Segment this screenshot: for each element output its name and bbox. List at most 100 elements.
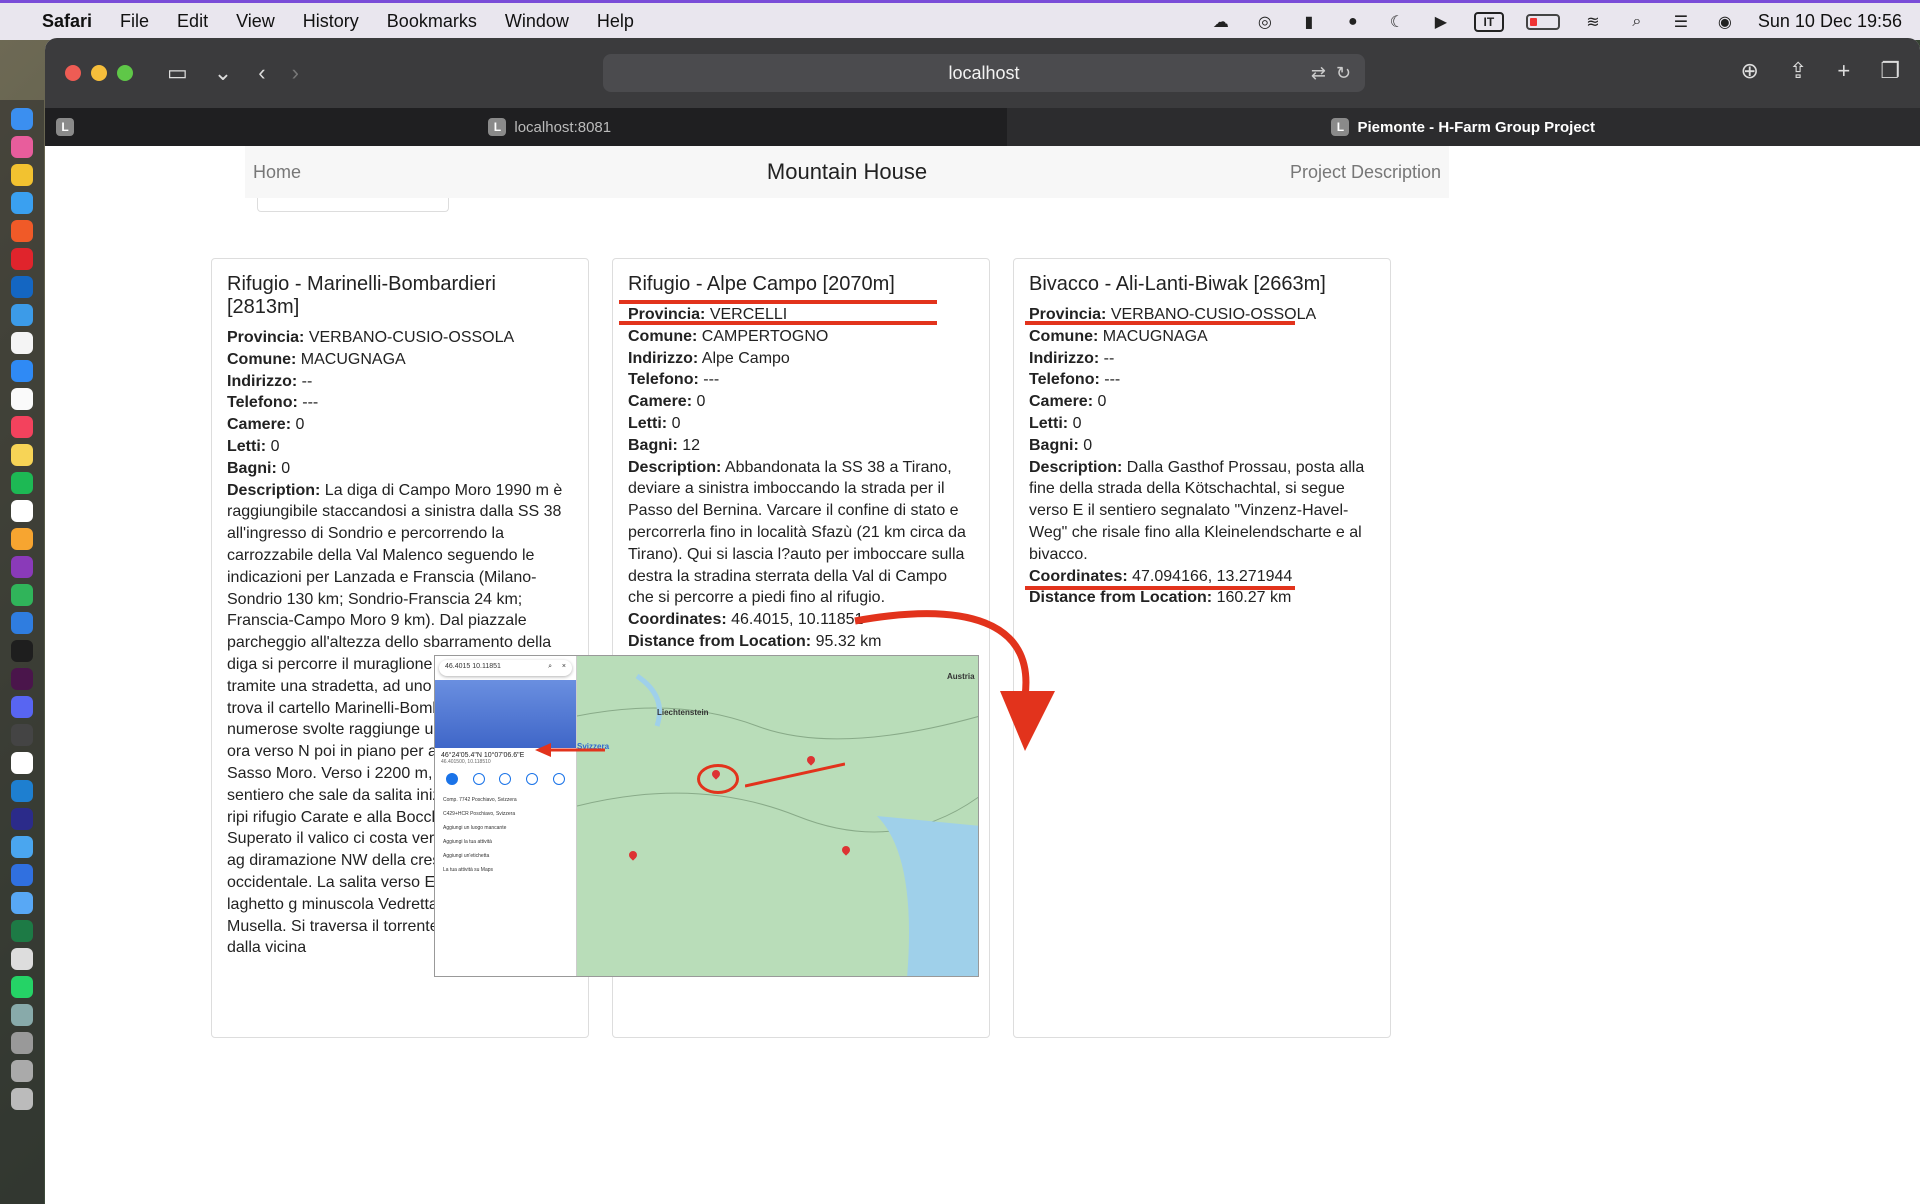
grammarly-icon[interactable]: ● <box>1342 11 1364 33</box>
menu-view[interactable]: View <box>236 11 275 32</box>
card-title: Rifugio - Alpe Campo [2070m] <box>628 273 895 295</box>
wifi-icon[interactable]: ≋ <box>1582 11 1604 33</box>
control-center-icon[interactable]: ☰ <box>1670 11 1692 33</box>
menu-file[interactable]: File <box>120 11 149 32</box>
menu-edit[interactable]: Edit <box>177 11 208 32</box>
chevron-down-icon[interactable]: ⌄ <box>214 60 232 86</box>
bookmark-icon[interactable]: ▮ <box>1298 11 1320 33</box>
map-list-item[interactable]: Aggiungi un luogo mancante <box>443 821 568 835</box>
map-list-item[interactable]: Aggiungi un'etichetta <box>443 849 568 863</box>
downloads-icon[interactable]: ⊕ <box>1741 58 1759 84</box>
instagram-icon[interactable] <box>11 864 33 886</box>
spotify-icon[interactable] <box>11 472 33 494</box>
back-button[interactable]: ‹ <box>258 60 265 86</box>
search-icon[interactable]: ⌕ <box>1626 11 1648 33</box>
creative-cloud-icon[interactable]: ◎ <box>1254 11 1276 33</box>
script-icon[interactable] <box>11 948 33 970</box>
slack-icon[interactable] <box>11 668 33 690</box>
tab-piemonte[interactable]: L Piemonte - H-Farm Group Project <box>1006 108 1920 146</box>
street-view-thumbnail[interactable] <box>435 680 576 748</box>
vscode-icon[interactable] <box>11 780 33 802</box>
close-window-button[interactable] <box>65 65 81 81</box>
search-icon[interactable]: ⌕ <box>548 663 552 671</box>
directions-icon[interactable] <box>446 773 459 785</box>
notes-icon[interactable] <box>11 444 33 466</box>
save-icon[interactable] <box>472 773 485 785</box>
music-icon[interactable] <box>11 416 33 438</box>
field-value: -- <box>301 372 313 390</box>
weather-icon[interactable]: ☁ <box>1210 11 1232 33</box>
address-bar[interactable]: localhost ⇄ ↻ <box>603 54 1365 92</box>
nav-home-link[interactable]: Home <box>253 162 301 183</box>
downloads-icon[interactable] <box>11 1060 33 1082</box>
pages-icon[interactable] <box>11 528 33 550</box>
address-text[interactable]: localhost <box>948 63 1019 84</box>
calendar-icon[interactable] <box>11 332 33 354</box>
play-icon[interactable]: ▶ <box>1430 11 1452 33</box>
onenote-icon[interactable] <box>11 556 33 578</box>
map-list-item[interactable]: Comp. 7742 Poschiavo, Svizzera <box>443 793 568 807</box>
map-list-item[interactable]: La tua attività su Maps <box>443 863 568 877</box>
maps-icon[interactable] <box>11 304 33 326</box>
reminders-icon[interactable] <box>11 388 33 410</box>
clock[interactable]: Sun 10 Dec 19:56 <box>1758 11 1902 32</box>
whatsapp-icon[interactable] <box>11 976 33 998</box>
forward-button[interactable]: › <box>292 60 299 86</box>
map-list-item[interactable]: C429+HCR Poschiavo, Svizzera <box>443 807 568 821</box>
send-to-phone-icon[interactable] <box>526 773 539 785</box>
zoom-window-button[interactable] <box>117 65 133 81</box>
site-brand[interactable]: Mountain House <box>767 159 927 185</box>
trash-icon[interactable] <box>11 1088 33 1110</box>
chatgpt-icon[interactable] <box>11 724 33 746</box>
menu-bookmarks[interactable]: Bookmarks <box>387 11 477 32</box>
siri-icon[interactable]: ◉ <box>1714 11 1736 33</box>
menu-window[interactable]: Window <box>505 11 569 32</box>
new-tab-icon[interactable]: + <box>1837 58 1850 84</box>
menu-safari[interactable]: Safari <box>42 11 92 32</box>
keyboard-layout-icon[interactable]: IT <box>1473 11 1504 32</box>
reload-icon[interactable]: ↻ <box>1336 63 1351 84</box>
map-list-item[interactable]: Aggiungi la tua attività <box>443 835 568 849</box>
translate-icon[interactable]: ⇄ <box>1311 63 1326 84</box>
nav-project-link[interactable]: Project Description <box>1290 162 1441 183</box>
finder-icon[interactable] <box>11 108 33 130</box>
app-icon[interactable] <box>11 808 33 830</box>
share-icon[interactable] <box>552 773 565 785</box>
preview-icon[interactable] <box>11 1004 33 1026</box>
numbers-icon[interactable] <box>11 584 33 606</box>
app-store-icon[interactable] <box>11 360 33 382</box>
excel-icon[interactable] <box>11 920 33 942</box>
opera-icon[interactable] <box>11 248 33 270</box>
share-icon[interactable]: ⇪ <box>1789 58 1807 84</box>
sidebar-toggle-icon[interactable]: ▭ <box>167 60 188 86</box>
map-search-input[interactable]: 46.4015 10.11851 ⌕ × <box>439 660 572 676</box>
safari-icon[interactable] <box>11 192 33 214</box>
launchpad-icon[interactable] <box>11 136 33 158</box>
close-icon[interactable]: × <box>562 663 566 670</box>
weather-app-icon[interactable] <box>11 892 33 914</box>
nearby-icon[interactable] <box>499 773 512 785</box>
brave-icon[interactable] <box>11 220 33 242</box>
minimize-window-button[interactable] <box>91 65 107 81</box>
outlook-icon[interactable] <box>11 276 33 298</box>
tab-pinned[interactable]: L <box>45 108 93 146</box>
moon-icon[interactable]: ☾ <box>1386 11 1408 33</box>
tab-overview-icon[interactable]: ❐ <box>1880 58 1900 84</box>
card-field: Provincia: VERBANO-CUSIO-OSSOLA <box>227 327 573 349</box>
menu-help[interactable]: Help <box>597 11 634 32</box>
menu-history[interactable]: History <box>303 11 359 32</box>
cloud-icon[interactable] <box>11 836 33 858</box>
figma-icon[interactable] <box>11 640 33 662</box>
field-label: Comune: <box>1029 327 1099 345</box>
tab-localhost[interactable]: L localhost:8081 <box>93 108 1007 146</box>
annotation-underline <box>1025 321 1295 325</box>
photos-icon[interactable] <box>11 1032 33 1054</box>
infinity-icon[interactable] <box>11 752 33 774</box>
discord-icon[interactable] <box>11 696 33 718</box>
notion-icon[interactable] <box>11 500 33 522</box>
map-canvas[interactable]: Austria Liechtenstein Svizzera <box>577 656 978 976</box>
chrome-icon[interactable] <box>11 164 33 186</box>
card-field: Distance from Location: 160.27 km <box>1029 587 1375 609</box>
battery-icon[interactable] <box>1525 13 1560 30</box>
keynote-icon[interactable] <box>11 612 33 634</box>
